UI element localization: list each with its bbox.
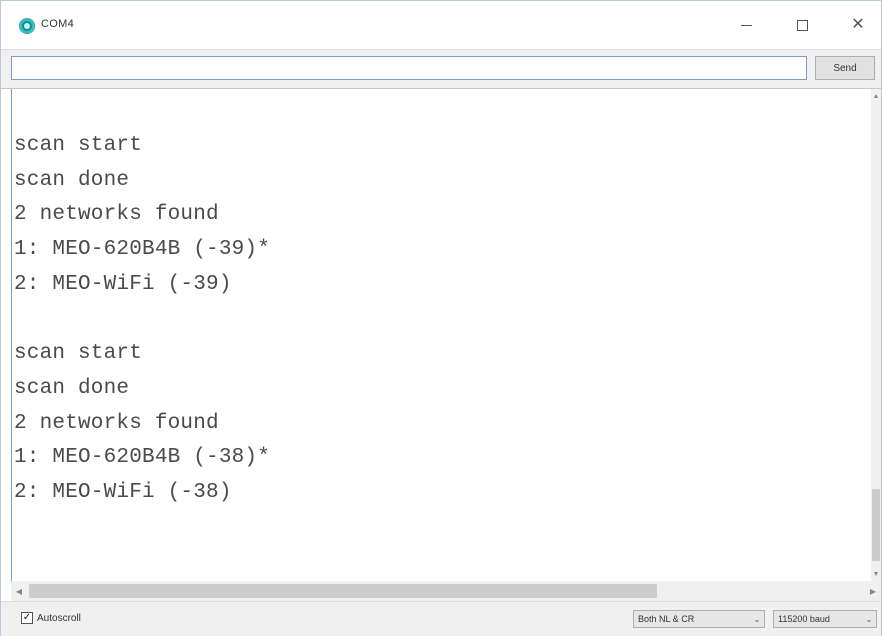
chevron-down-icon: ⌄ <box>753 614 761 624</box>
status-bar: ✓ Autoscroll Both NL & CR ⌄ 115200 baud … <box>1 601 881 636</box>
vertical-scroll-thumb[interactable] <box>872 489 880 561</box>
output-line: 2 networks found <box>14 411 219 435</box>
autoscroll-toggle[interactable]: ✓ Autoscroll <box>21 612 81 624</box>
output-line: 2: MEO-WiFi (-39) <box>14 272 232 296</box>
output-lines: scan start scan done 2 networks found 1: ME… <box>14 129 270 511</box>
horizontal-scrollbar[interactable]: ◀ ▶ <box>11 581 881 601</box>
serial-monitor-window: COM4 ✕ Send scan start scan done 2 network… <box>0 0 882 636</box>
output-line: 2: MEO-WiFi (-38) <box>14 480 232 504</box>
minimize-icon <box>740 24 752 26</box>
send-bar: Send <box>1 49 881 89</box>
autoscroll-label: Autoscroll <box>37 612 81 624</box>
close-icon: ✕ <box>851 16 865 33</box>
close-button[interactable]: ✕ <box>835 9 881 41</box>
output-line: scan done <box>14 168 130 192</box>
arduino-icon <box>19 18 35 34</box>
baud-rate-value: 115200 baud <box>778 614 830 624</box>
chevron-down-icon: ⌄ <box>865 614 873 624</box>
window-title: COM4 <box>41 18 74 30</box>
line-ending-select[interactable]: Both NL & CR ⌄ <box>633 610 765 628</box>
maximize-button[interactable] <box>779 9 825 41</box>
maximize-icon <box>796 19 808 31</box>
output-line: scan start <box>14 342 143 366</box>
output-line: scan done <box>14 376 130 400</box>
output-line: 2 networks found <box>14 203 219 227</box>
serial-output[interactable]: scan start scan done 2 networks found 1: ME… <box>11 89 872 581</box>
send-button[interactable]: Send <box>815 56 875 80</box>
output-line <box>14 302 270 337</box>
scroll-right-icon[interactable]: ▶ <box>865 581 881 601</box>
line-ending-value: Both NL & CR <box>638 614 695 624</box>
output-line: scan start <box>14 134 143 157</box>
autoscroll-checkbox[interactable]: ✓ <box>21 612 33 624</box>
send-input[interactable] <box>11 56 807 80</box>
horizontal-scroll-thumb[interactable] <box>29 584 657 598</box>
scroll-up-icon[interactable]: ▲ <box>871 89 881 103</box>
baud-rate-select[interactable]: 115200 baud ⌄ <box>773 610 877 628</box>
output-line: 1: MEO-620B4B (-38)* <box>14 446 271 470</box>
title-bar[interactable]: COM4 ✕ <box>1 1 881 49</box>
minimize-button[interactable] <box>723 9 769 41</box>
scroll-down-icon[interactable]: ▼ <box>871 567 881 581</box>
vertical-scrollbar[interactable]: ▲ ▼ <box>871 89 881 581</box>
scroll-left-icon[interactable]: ◀ <box>11 581 27 601</box>
output-line: 1: MEO-620B4B (-39)* <box>14 238 271 262</box>
